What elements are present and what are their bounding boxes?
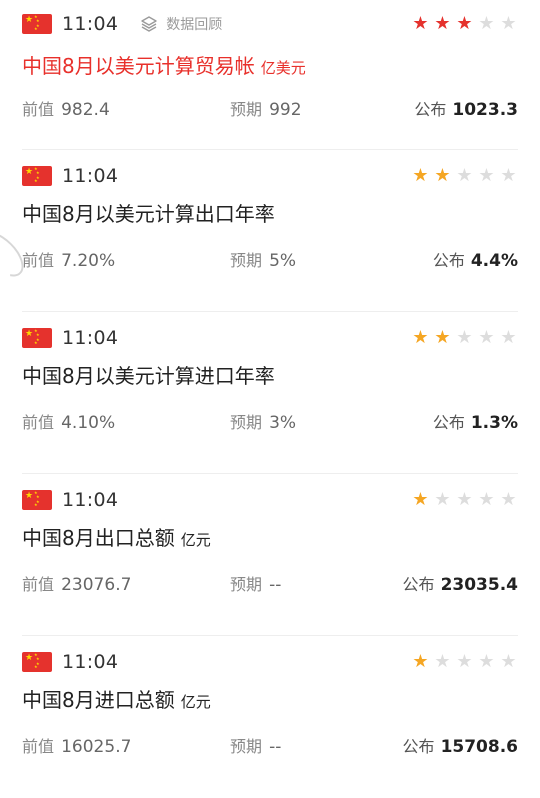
star-filled-icon: ★ <box>434 327 451 348</box>
previous-value: 前值 4.10% <box>22 413 116 433</box>
calendar-item[interactable]: ★ ★ ★ ★ ★ 11:04 数据回顾 ★ ★ ★ ★ ★ 中国8月以美元计算贸易帐亿… <box>0 0 540 150</box>
expected-value: 预期 3% <box>230 413 297 433</box>
published-value: 公布 1.3% <box>432 413 518 433</box>
importance-stars: ★ ★ ★ ★ ★ <box>411 329 518 347</box>
china-flag-icon: ★ ★ ★ ★ ★ <box>22 652 52 672</box>
expected-value: 预期 5% <box>230 251 297 271</box>
economic-calendar-list: ★ ★ ★ ★ ★ 11:04 数据回顾 ★ ★ ★ ★ ★ 中国8月以美元计算贸易帐亿… <box>0 0 540 798</box>
importance-stars: ★ ★ ★ ★ ★ <box>411 167 518 185</box>
indicator-title: 中国8月进口总额 亿元 <box>22 688 211 712</box>
star-empty-icon: ★ <box>456 327 473 348</box>
indicator-unit: 亿元 <box>180 693 211 711</box>
calendar-item[interactable]: ★ ★ ★ ★ ★ 11:04 ★ ★ ★ ★ ★ 中国8月以美元计算出口年率 前值 7… <box>0 150 540 312</box>
previous-value: 前值 16025.7 <box>22 737 132 757</box>
expected-value: 预期 -- <box>230 737 282 757</box>
star-filled-icon: ★ <box>434 165 451 186</box>
china-flag-icon: ★ ★ ★ ★ ★ <box>22 328 52 348</box>
release-time: 11:04 <box>62 13 119 35</box>
previous-value: 前值 7.20% <box>22 251 116 271</box>
indicator-title: 中国8月以美元计算进口年率 <box>22 364 275 388</box>
star-filled-icon: ★ <box>434 13 451 34</box>
published-value: 公布 15708.6 <box>402 737 518 757</box>
star-empty-icon: ★ <box>500 13 517 34</box>
china-flag-icon: ★ ★ ★ ★ ★ <box>22 490 52 510</box>
star-filled-icon: ★ <box>412 651 429 672</box>
published-value: 公布 4.4% <box>432 251 518 271</box>
star-empty-icon: ★ <box>478 651 495 672</box>
china-flag-icon: ★ ★ ★ ★ ★ <box>22 166 52 186</box>
calendar-item[interactable]: ★ ★ ★ ★ ★ 11:04 ★ ★ ★ ★ ★ 中国8月出口总额 亿元 前值 2307… <box>0 474 540 636</box>
star-empty-icon: ★ <box>500 165 517 186</box>
star-empty-icon: ★ <box>478 13 495 34</box>
release-time: 11:04 <box>62 489 119 511</box>
star-filled-icon: ★ <box>412 327 429 348</box>
star-empty-icon: ★ <box>456 165 473 186</box>
star-empty-icon: ★ <box>500 651 517 672</box>
previous-value: 前值 23076.7 <box>22 575 132 595</box>
star-filled-icon: ★ <box>412 13 429 34</box>
china-flag-icon: ★ ★ ★ ★ ★ <box>22 14 52 34</box>
indicator-title: 中国8月以美元计算出口年率 <box>22 202 275 226</box>
star-empty-icon: ★ <box>500 489 517 510</box>
star-empty-icon: ★ <box>456 489 473 510</box>
star-empty-icon: ★ <box>500 327 517 348</box>
expected-value: 预期 -- <box>230 575 282 595</box>
star-empty-icon: ★ <box>478 165 495 186</box>
release-time: 11:04 <box>62 327 119 349</box>
star-empty-icon: ★ <box>434 489 451 510</box>
indicator-unit: 亿元 <box>180 531 211 549</box>
previous-value: 前值 982.4 <box>22 100 110 120</box>
calendar-item[interactable]: ★ ★ ★ ★ ★ 11:04 ★ ★ ★ ★ ★ 中国8月进口总额 亿元 前值 1602… <box>0 636 540 798</box>
replay-label: 数据回顾 <box>166 17 223 33</box>
star-filled-icon: ★ <box>412 489 429 510</box>
importance-stars: ★ ★ ★ ★ ★ <box>411 491 518 509</box>
star-empty-icon: ★ <box>478 327 495 348</box>
layers-icon <box>141 16 157 32</box>
importance-stars: ★ ★ ★ ★ ★ <box>411 653 518 671</box>
star-filled-icon: ★ <box>456 13 473 34</box>
indicator-unit: 亿美元 <box>260 59 306 77</box>
indicator-title: 中国8月以美元计算贸易帐 亿美元 <box>22 54 306 78</box>
release-time: 11:04 <box>62 165 119 187</box>
published-value: 公布 23035.4 <box>402 575 518 595</box>
star-empty-icon: ★ <box>478 489 495 510</box>
indicator-title: 中国8月出口总额 亿元 <box>22 526 211 550</box>
star-empty-icon: ★ <box>434 651 451 672</box>
published-value: 公布 1023.3 <box>414 100 518 120</box>
calendar-item[interactable]: ★ ★ ★ ★ ★ 11:04 ★ ★ ★ ★ ★ 中国8月以美元计算进口年率 前值 4… <box>0 312 540 474</box>
star-empty-icon: ★ <box>456 651 473 672</box>
importance-stars: ★ ★ ★ ★ ★ <box>411 15 518 33</box>
release-time: 11:04 <box>62 651 119 673</box>
star-filled-icon: ★ <box>412 165 429 186</box>
data-replay-button[interactable]: 数据回顾 <box>140 14 222 34</box>
expected-value: 预期 992 <box>230 100 302 120</box>
